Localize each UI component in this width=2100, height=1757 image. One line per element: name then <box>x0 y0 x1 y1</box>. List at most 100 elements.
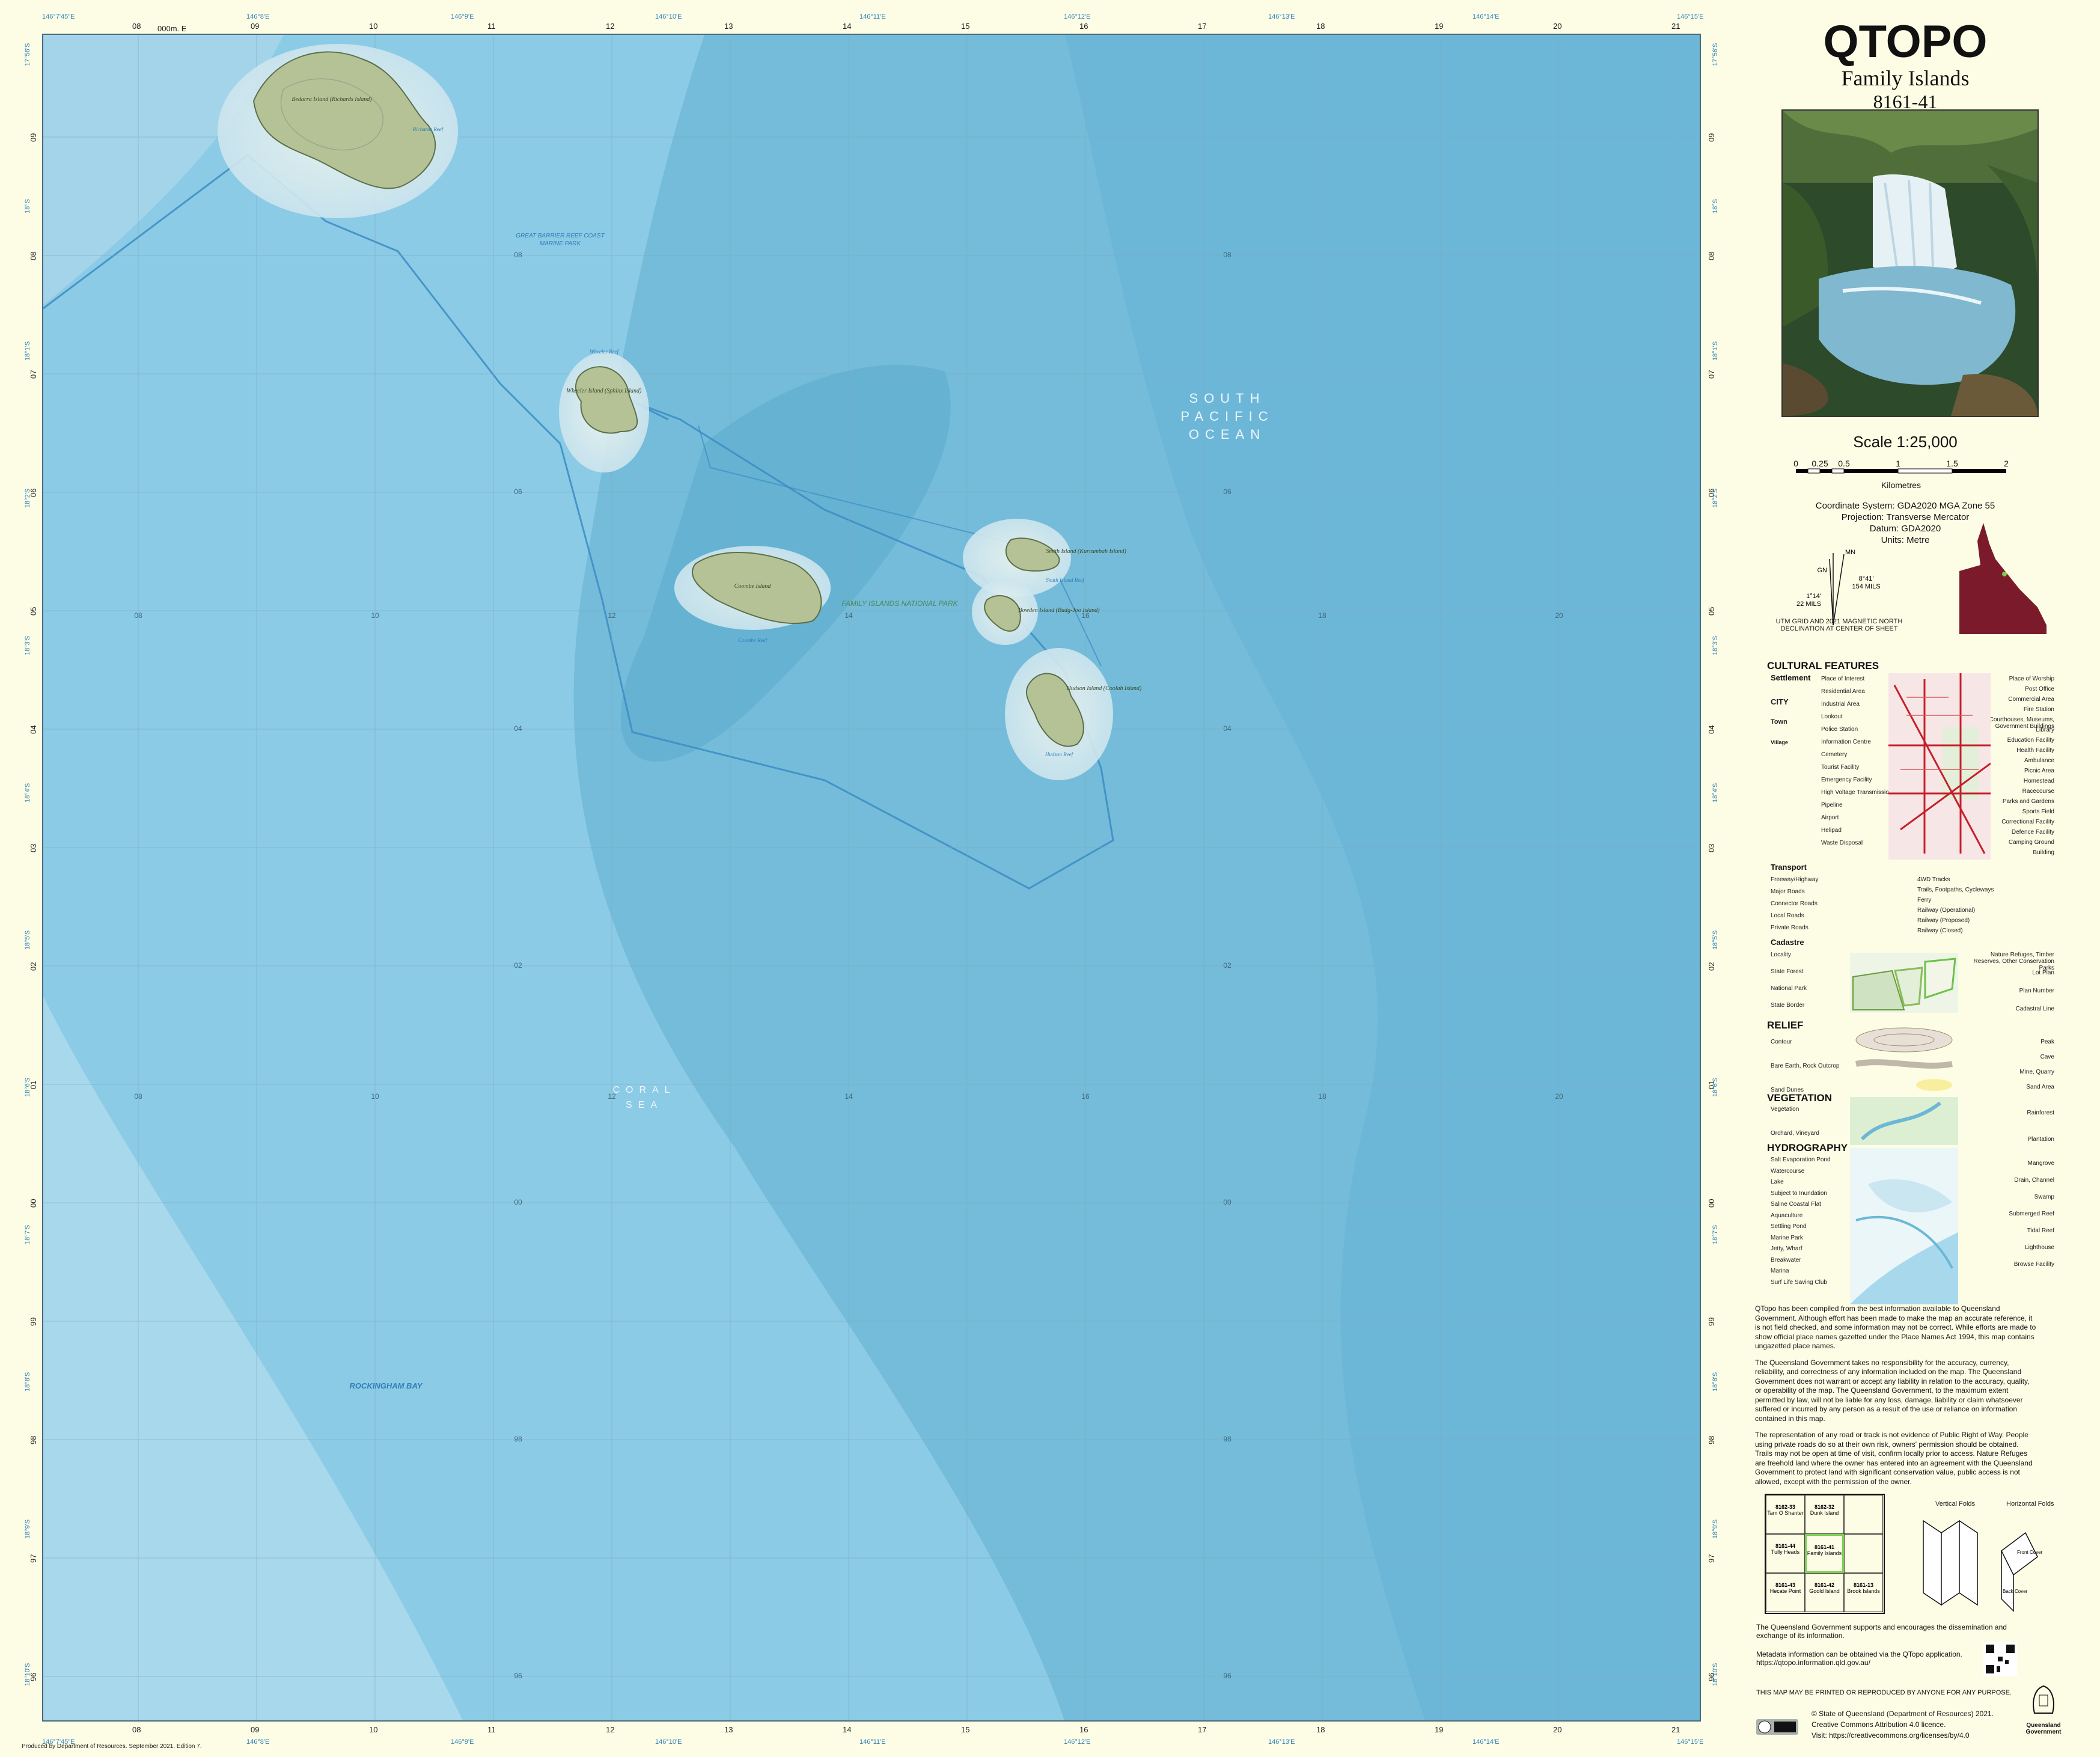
latitude-label: 18°5'S <box>1712 930 1719 950</box>
bottom-easting-label: 10 <box>369 1725 378 1734</box>
svg-text:GN: GN <box>1818 567 1828 574</box>
latitude-label: 18°4'S <box>1712 783 1719 802</box>
inner-grid-label: 96 <box>514 1672 522 1680</box>
legend-cultural-heading: CULTURAL FEATURES <box>1767 660 1879 671</box>
bottom-easting-label: 08 <box>132 1725 141 1734</box>
latitude-label: 18°2'S <box>1712 488 1719 508</box>
latitude-label: 18°S <box>24 199 31 213</box>
legend-item: Salt Evaporation Pond <box>1771 1157 1831 1163</box>
legend-item: Information Centre <box>1821 739 1871 745</box>
licence-url[interactable]: Visit: https://creativecommons.org/licen… <box>1812 1731 1970 1740</box>
legend-sample-relief <box>1855 1027 1953 1091</box>
legend-item: Railway (Closed) <box>1917 927 1963 934</box>
left-northing-label: 99 <box>29 1317 38 1326</box>
map-canvas[interactable]: SOUTH PACIFIC OCEAN CORAL SEA ROCKINGHAM… <box>43 35 1701 1722</box>
bottom-easting-label: 16 <box>1079 1725 1088 1734</box>
support-text: The Queensland Government supports and e… <box>1756 1623 2007 1640</box>
legend-vegetation-heading: VEGETATION <box>1767 1092 1832 1104</box>
top-easting-label: 16 <box>1079 22 1088 31</box>
legend-item: Cave <box>2040 1054 2054 1060</box>
legend-item: Mangrove <box>2027 1160 2054 1167</box>
index-sheet-cell: 8161-13 Brook Islands <box>1844 1573 1883 1612</box>
legend-item: Bare Earth, Rock Outcrop <box>1771 1063 1840 1069</box>
inner-grid-label: 04 <box>1223 724 1232 733</box>
longitude-label: 146°11'E <box>859 1738 886 1746</box>
legend-panel: QTOPO Family Islands 8161-41 Scale 1:25,… <box>1755 12 2061 1743</box>
left-northing-label: 98 <box>29 1435 38 1444</box>
legend-item: Swamp <box>2034 1194 2054 1200</box>
legend-item: Saline Coastal Flat <box>1771 1201 1821 1208</box>
right-northing-label: 97 <box>1707 1554 1716 1563</box>
legend-item: Jetty, Wharf <box>1771 1245 1802 1252</box>
legend-item: Airport <box>1821 814 1839 821</box>
scale-unit: Kilometres <box>1881 480 1921 490</box>
legend-item: Settling Pond <box>1771 1223 1807 1230</box>
svg-text:8°41': 8°41' <box>1859 575 1874 582</box>
rockingham-bay-label: ROCKINGHAM BAY <box>349 1381 423 1390</box>
svg-text:1°14': 1°14' <box>1806 593 1821 600</box>
inner-grid-label: 12 <box>608 611 616 620</box>
longitude-label: 146°10'E <box>655 1738 682 1746</box>
top-easting-label: 13 <box>724 22 733 31</box>
qr-code[interactable] <box>1983 1642 2017 1676</box>
legend-item: National Park <box>1771 985 1807 992</box>
latitude-label: 18°3'S <box>1712 635 1719 655</box>
top-easting-label: 09 <box>251 22 260 31</box>
legend-item: Railway (Operational) <box>1917 907 1976 914</box>
latitude-label: 18°S <box>1712 199 1719 213</box>
index-sheet-cell: 8161-44 Tully Heads <box>1766 1534 1805 1573</box>
latitude-label: 18°4'S <box>24 783 31 802</box>
inner-grid-label: 20 <box>1555 1092 1563 1101</box>
inner-grid-label: 20 <box>1555 611 1563 620</box>
legend-item: Browse Facility <box>2013 1261 2054 1268</box>
legend-item: Submerged Reef <box>2009 1211 2054 1217</box>
reef-label: Richards Reef <box>412 126 444 132</box>
right-northing-label: 98 <box>1707 1435 1716 1444</box>
bottom-easting-label: 21 <box>1671 1725 1680 1734</box>
inner-grid-label: 16 <box>1081 611 1090 620</box>
latitude-label: 18°10'S <box>1712 1663 1719 1686</box>
national-park-label: FAMILY ISLANDS NATIONAL PARK <box>841 599 958 608</box>
index-sheet-cell: 8162-32 Dunk Island <box>1805 1495 1844 1534</box>
longitude-label: 146°14'E <box>1473 13 1500 20</box>
left-northing-label: 07 <box>29 370 38 379</box>
legend-sample-town <box>1888 673 1991 860</box>
inner-grid-label: 18 <box>1318 611 1326 620</box>
map-area[interactable]: SOUTH PACIFIC OCEAN CORAL SEA ROCKINGHAM… <box>42 34 1701 1722</box>
svg-text:Front Cover: Front Cover <box>2017 1550 2043 1555</box>
queensland-coat-of-arms-icon <box>2033 1685 2054 1714</box>
inner-grid-label: 08 <box>134 611 142 620</box>
index-sheet-cell: 8162-33 Tam O Shanter <box>1766 1495 1805 1534</box>
inner-grid-label: 98 <box>1223 1435 1232 1443</box>
inner-grid-label: 10 <box>371 611 379 620</box>
legend-item: Subject to Inundation <box>1771 1190 1827 1197</box>
latitude-label: 18°7'S <box>24 1224 31 1244</box>
legend-item: Tourist Facility <box>1821 764 1860 771</box>
left-northing-label: 04 <box>29 725 38 734</box>
legend-item: Contour <box>1771 1039 1792 1045</box>
latitude-label: 18°9'S <box>1712 1519 1719 1539</box>
top-easting-label: 11 <box>487 22 496 31</box>
scale-bar: 0 0.25 0.5 1 1.5 2 Kilometres <box>1793 459 2009 490</box>
legend-item: Local Roads <box>1771 912 1804 919</box>
longitude-label: 146°13'E <box>1268 1738 1295 1746</box>
index-sheet-cell: 8161-41 Family Islands <box>1805 1534 1844 1573</box>
bottom-easting-label: 20 <box>1553 1725 1562 1734</box>
legend-item: Connector Roads <box>1771 900 1818 907</box>
left-northing-label: 00 <box>29 1199 38 1208</box>
government-label: Queensland Government <box>2025 1722 2062 1735</box>
top-easting-label: 14 <box>843 22 852 31</box>
scale-tick-label: 2 <box>2004 459 2009 468</box>
legend-item: Private Roads <box>1771 924 1809 931</box>
inner-grid-label: 08 <box>514 251 522 259</box>
inner-grid-label: 98 <box>514 1435 522 1443</box>
legend-hydrography-heading: HYDROGRAPHY <box>1767 1142 1848 1154</box>
ocean-label-3: OCEAN <box>1189 427 1266 442</box>
bottom-easting-label: 19 <box>1435 1725 1444 1734</box>
left-northing-label: 97 <box>29 1554 38 1563</box>
legend-cadastre-heading: Cadastre <box>1771 938 1804 947</box>
inner-grid-label: 18 <box>1318 1092 1326 1101</box>
latitude-label: 18°5'S <box>24 930 31 950</box>
legend-item: 4WD Tracks <box>1917 876 1950 883</box>
svg-text:MN: MN <box>1845 549 1855 556</box>
